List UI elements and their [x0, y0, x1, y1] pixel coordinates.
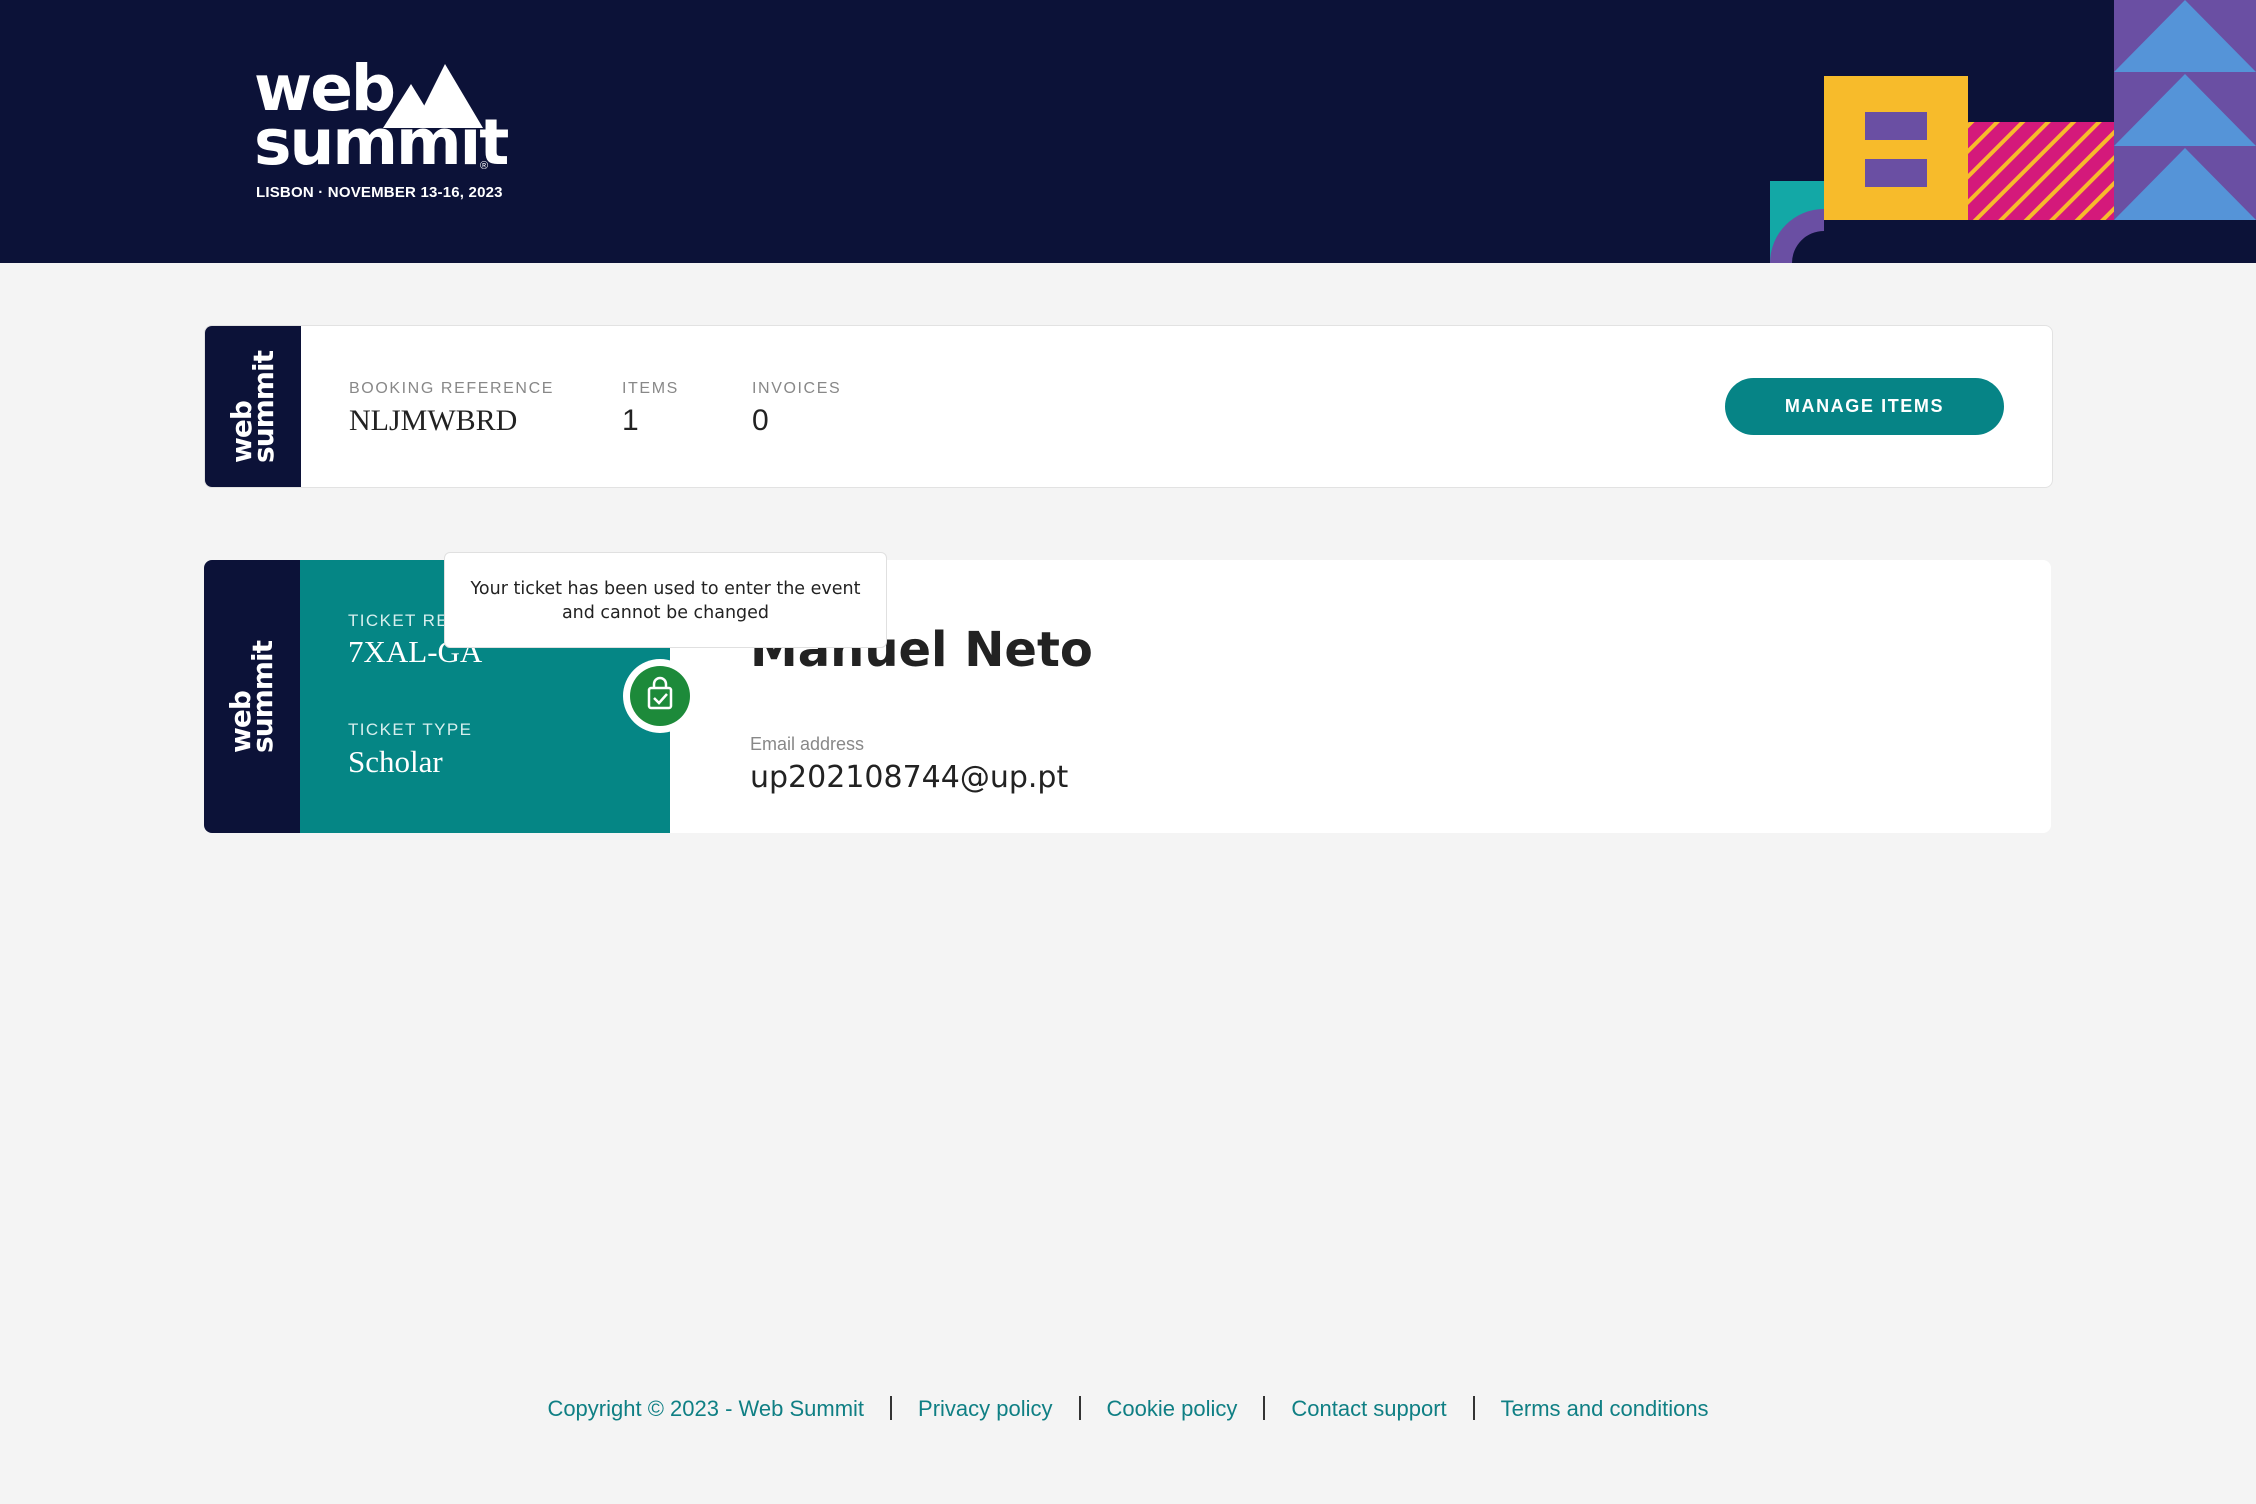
logo-registered-mark: ® [480, 160, 489, 172]
ticket-status-badge[interactable] [623, 659, 697, 733]
ticket-type-value: Scholar [348, 744, 443, 779]
header-geometric-decoration [1770, 0, 2256, 263]
booking-summary-card: web summit BOOKING REFERENCE NLJMWBRD IT… [204, 325, 2053, 488]
header-banner: web summit ® LISBON · NOVEMBER 13-16, 20… [0, 0, 2256, 263]
booking-reference-value: NLJMWBRD [349, 404, 518, 437]
invoices-label: INVOICES [752, 380, 842, 397]
event-date-line: LISBON · NOVEMBER 13-16, 2023 [256, 184, 503, 201]
footer-contact-support-link[interactable]: Contact support [1291, 1396, 1446, 1421]
web-summit-logo[interactable]: web summit ® LISBON · NOVEMBER 13-16, 20… [254, 57, 509, 201]
ticket-reference-label: TICKET RE [348, 611, 450, 630]
footer-divider [1472, 1396, 1475, 1420]
booking-reference-label: BOOKING REFERENCE [349, 380, 555, 397]
footer-terms-link[interactable]: Terms and conditions [1501, 1396, 1709, 1421]
strip-logo: web summit [224, 640, 279, 753]
ticket-check-icon [647, 676, 673, 710]
footer-divider [890, 1396, 893, 1420]
footer-privacy-policy-link[interactable]: Privacy policy [918, 1396, 1052, 1421]
footer-cookie-policy-link[interactable]: Cookie policy [1107, 1396, 1238, 1421]
ticket-card-strip: web summit [204, 560, 300, 833]
footer: Copyright © 2023 - Web Summit Privacy pol… [0, 1396, 2256, 1422]
manage-items-button[interactable]: MANAGE ITEMS [1725, 378, 2004, 435]
email-label: Email address [750, 734, 865, 754]
items-count: 1 [622, 404, 639, 437]
ticket-locked-tooltip: Your ticket has been used to enter the e… [444, 552, 887, 648]
strip-logo-summit: summit [246, 640, 279, 753]
ticket-type-label: TICKET TYPE [348, 720, 473, 739]
footer-divider [1078, 1396, 1081, 1420]
mountain-icon [383, 64, 483, 128]
footer-divider [1263, 1396, 1266, 1420]
email-value: up202108744@up.pt [750, 760, 1069, 795]
footer-copyright-link[interactable]: Copyright © 2023 - Web Summit [547, 1396, 864, 1421]
booking-card-strip: web summit [205, 326, 301, 487]
strip-logo-summit: summit [247, 350, 280, 463]
strip-logo: web summit [225, 350, 280, 463]
items-label: ITEMS [622, 380, 679, 397]
invoices-count: 0 [752, 404, 769, 437]
